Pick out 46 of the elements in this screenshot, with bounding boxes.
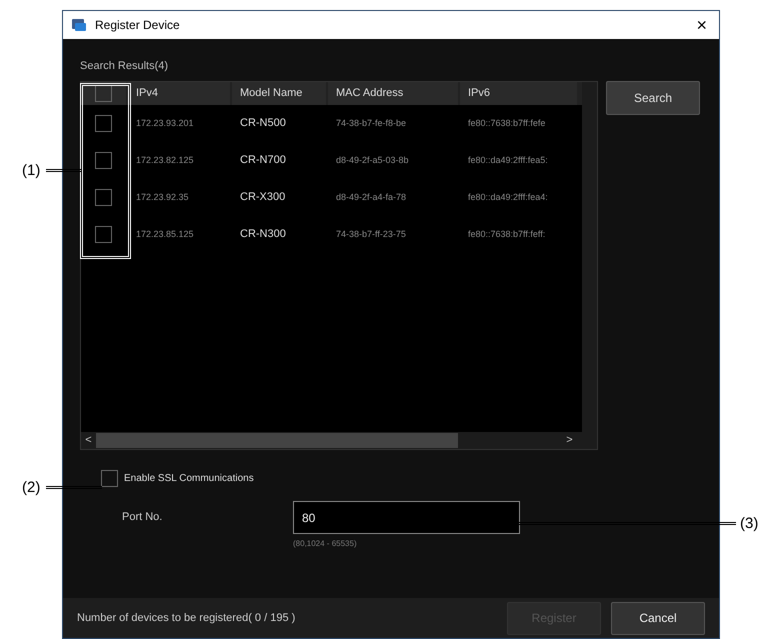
callout-label: (3) — [740, 514, 758, 534]
close-button[interactable]: × — [696, 16, 707, 34]
table-cell-text: 172.23.85.125 — [135, 228, 195, 241]
row-checkbox[interactable] — [95, 152, 112, 169]
table-cell-text: 74-38-b7-ff-23-75 — [335, 228, 407, 241]
port-field[interactable]: 80 — [293, 501, 520, 534]
cancel-button[interactable]: Cancel — [611, 602, 705, 634]
callout-label: (2) — [22, 478, 40, 498]
row-checkbox[interactable] — [95, 115, 112, 132]
table-cell-text: CR-N700 — [239, 153, 287, 168]
table-cell-text: fe80::7638:b7ff:feff: — [467, 228, 546, 241]
leader-line — [46, 486, 102, 489]
table-cell-text: fe80::7638:b7ff:fefe — [467, 116, 546, 130]
scroll-left-button[interactable]: < — [81, 432, 96, 449]
table-cell-text: CR-N500 — [239, 116, 287, 132]
column-header[interactable]: IPv4 — [128, 82, 230, 105]
registration-count: Number of devices to be registered( 0 / 195 ) — [77, 610, 296, 626]
port-hint: (80,1024 - 65535) — [293, 538, 358, 550]
callout-label: (1) — [22, 161, 40, 181]
table-cell-text: 172.23.92.35 — [135, 190, 190, 204]
table-cell-text: d8-49-2f-a5-03-8b — [335, 154, 410, 167]
column-header[interactable]: Model Name — [232, 82, 326, 105]
select-all-checkbox[interactable] — [95, 85, 112, 102]
table-cell-text: fe80::da49:2fff:fea4: — [467, 190, 549, 204]
table-cell-text: 74-38-b7-fe-f8-be — [335, 116, 408, 130]
row-checkbox[interactable] — [95, 226, 112, 243]
app-icon — [71, 18, 87, 32]
search-results-label: Search Results(4) — [80, 59, 170, 74]
column-header[interactable]: IPv6 — [460, 82, 577, 105]
ssl-checkbox[interactable] — [101, 470, 118, 487]
vertical-scrollbar[interactable] — [582, 82, 597, 432]
row-checkbox[interactable] — [95, 189, 112, 206]
window-title: Register Device — [95, 17, 180, 34]
table-cell-text: fe80::da49:2fff:fea5: — [467, 154, 549, 167]
table-cell-text: CR-X300 — [239, 190, 286, 206]
horizontal-scrollbar-thumb[interactable] — [96, 433, 458, 448]
table-cell-text: 172.23.82.125 — [135, 154, 195, 167]
search-button[interactable]: Search — [606, 81, 700, 115]
table-cell-text: CR-N300 — [239, 227, 287, 242]
table-cell-text: d8-49-2f-a4-fa-78 — [335, 190, 408, 204]
port-label: Port No. — [122, 510, 164, 526]
leader-line — [46, 169, 82, 172]
scroll-right-button[interactable]: > — [562, 432, 577, 449]
table-cell-text: 172.23.93.201 — [135, 116, 195, 130]
ssl-label: Enable SSL Communications — [124, 472, 254, 486]
column-header[interactable]: MAC Address — [328, 82, 458, 105]
